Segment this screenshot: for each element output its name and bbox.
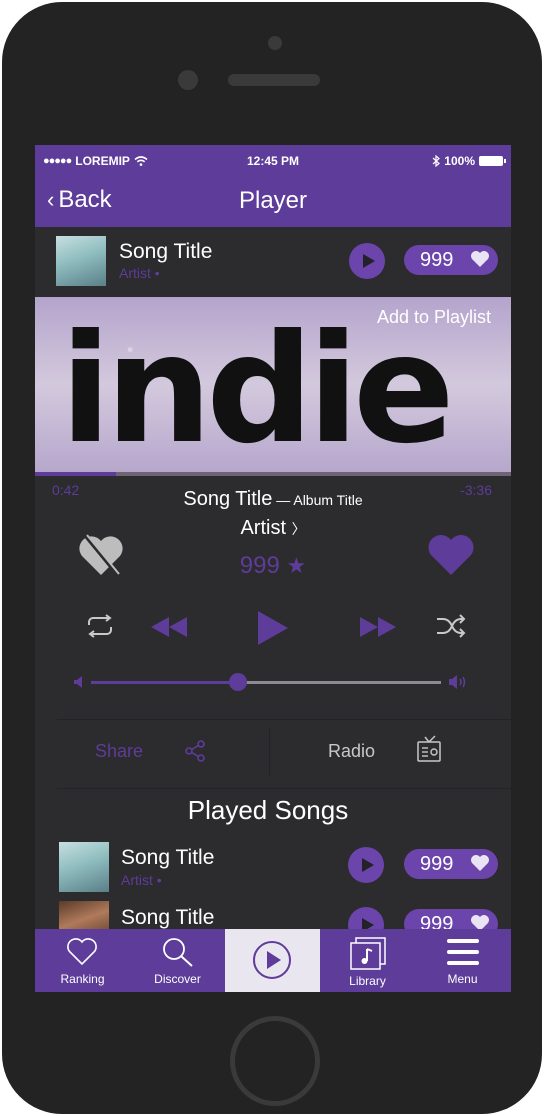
album-art-thumbnail xyxy=(59,842,109,892)
volume-high-icon xyxy=(449,675,466,689)
front-camera xyxy=(268,36,282,50)
now-playing-song: Song Title xyxy=(183,488,273,510)
app-screen: ●●●●● LOREMIP 12:45 PM 100% ‹ Back Playe… xyxy=(35,145,511,992)
shuffle-icon[interactable] xyxy=(435,614,467,638)
tab-discover[interactable]: Discover xyxy=(130,929,225,992)
volume-slider-handle[interactable] xyxy=(229,673,247,691)
status-bar: ●●●●● LOREMIP 12:45 PM 100% xyxy=(35,145,511,175)
rating-count: 999 xyxy=(239,552,280,579)
add-to-playlist-link[interactable]: Add to Playlist xyxy=(377,307,491,328)
tab-label: Library xyxy=(349,974,386,988)
play-icon[interactable] xyxy=(256,609,290,647)
volume-slider-fill xyxy=(91,681,238,684)
mini-artist-label: Artist xyxy=(119,265,151,281)
divider xyxy=(57,788,511,789)
played-song-artist-label: Artist xyxy=(121,872,153,888)
mini-player: Song Title Artist • 999 xyxy=(35,227,511,297)
radio-icon[interactable] xyxy=(416,735,442,763)
tab-ranking[interactable]: Ranking xyxy=(35,929,130,992)
repeat-icon[interactable] xyxy=(85,614,115,638)
now-playing-title-line: Song Title — Album Title xyxy=(35,488,511,511)
mini-artist: Artist • xyxy=(119,265,160,281)
star-icon: ★ xyxy=(286,553,307,578)
rewind-icon[interactable] xyxy=(149,615,189,639)
tab-now-playing[interactable] xyxy=(225,929,320,992)
playback-progress-fill xyxy=(35,472,116,476)
bluetooth-icon xyxy=(432,155,441,167)
home-button[interactable] xyxy=(230,1016,320,1106)
play-circle-icon xyxy=(253,941,291,979)
tab-label: Menu xyxy=(447,972,478,986)
mini-play-button[interactable] xyxy=(349,243,385,279)
share-icon[interactable] xyxy=(184,740,206,762)
played-song-artist: Artist • xyxy=(121,872,162,888)
back-label: Back xyxy=(58,186,112,213)
chevron-right-icon: 〉 xyxy=(291,521,306,537)
now-playing-album: Album Title xyxy=(293,492,363,508)
tab-label: Discover xyxy=(154,972,201,986)
like-count-button[interactable]: 999 xyxy=(404,849,498,879)
album-separator: — xyxy=(272,492,294,508)
now-playing-artist: Artist xyxy=(240,517,286,539)
action-separator xyxy=(269,728,270,776)
proximity-sensor xyxy=(178,70,198,90)
played-songs-heading: Played Songs xyxy=(187,795,349,825)
music-library-icon xyxy=(350,937,386,970)
menu-icon xyxy=(447,939,479,965)
tab-label: Ranking xyxy=(60,972,105,986)
album-art-thumbnail xyxy=(56,236,106,286)
tab-menu[interactable]: Menu xyxy=(415,929,510,992)
play-song-button[interactable] xyxy=(348,847,384,883)
dislike-heart-icon[interactable] xyxy=(77,532,125,578)
radio-button[interactable]: Radio xyxy=(328,741,375,762)
album-cover-art: indie Add to Playlist xyxy=(35,297,511,472)
fast-forward-icon[interactable] xyxy=(358,615,398,639)
mini-song-title: Song Title xyxy=(119,240,213,263)
heart-icon xyxy=(471,855,489,871)
mini-like-count: 999 xyxy=(420,249,454,271)
divider xyxy=(57,719,511,720)
search-icon xyxy=(163,938,193,967)
like-count: 999 xyxy=(420,853,454,875)
mini-like-count-button[interactable]: 999 xyxy=(404,245,498,275)
earpiece-speaker xyxy=(228,74,320,86)
heart-icon xyxy=(471,251,489,267)
battery-icon xyxy=(479,156,506,166)
battery-percent: 100% xyxy=(444,154,475,168)
played-song-title: Song Title xyxy=(121,846,215,869)
cover-art-text: indie xyxy=(60,303,455,472)
heart-outline-icon xyxy=(67,938,97,966)
playback-progress-bar[interactable] xyxy=(35,472,511,476)
navigation-bar: ‹ Back Player xyxy=(35,175,511,227)
volume-slider[interactable] xyxy=(91,673,441,691)
tab-library[interactable]: Library xyxy=(320,929,415,992)
volume-low-icon xyxy=(74,676,82,688)
chevron-left-icon: ‹ xyxy=(47,187,55,212)
back-button[interactable]: ‹ Back xyxy=(47,186,112,214)
like-heart-icon[interactable] xyxy=(427,532,475,578)
share-button[interactable]: Share xyxy=(95,741,143,762)
tab-bar: Ranking Discover Library Menu xyxy=(35,929,511,992)
played-song-title: Song Title xyxy=(121,906,215,929)
